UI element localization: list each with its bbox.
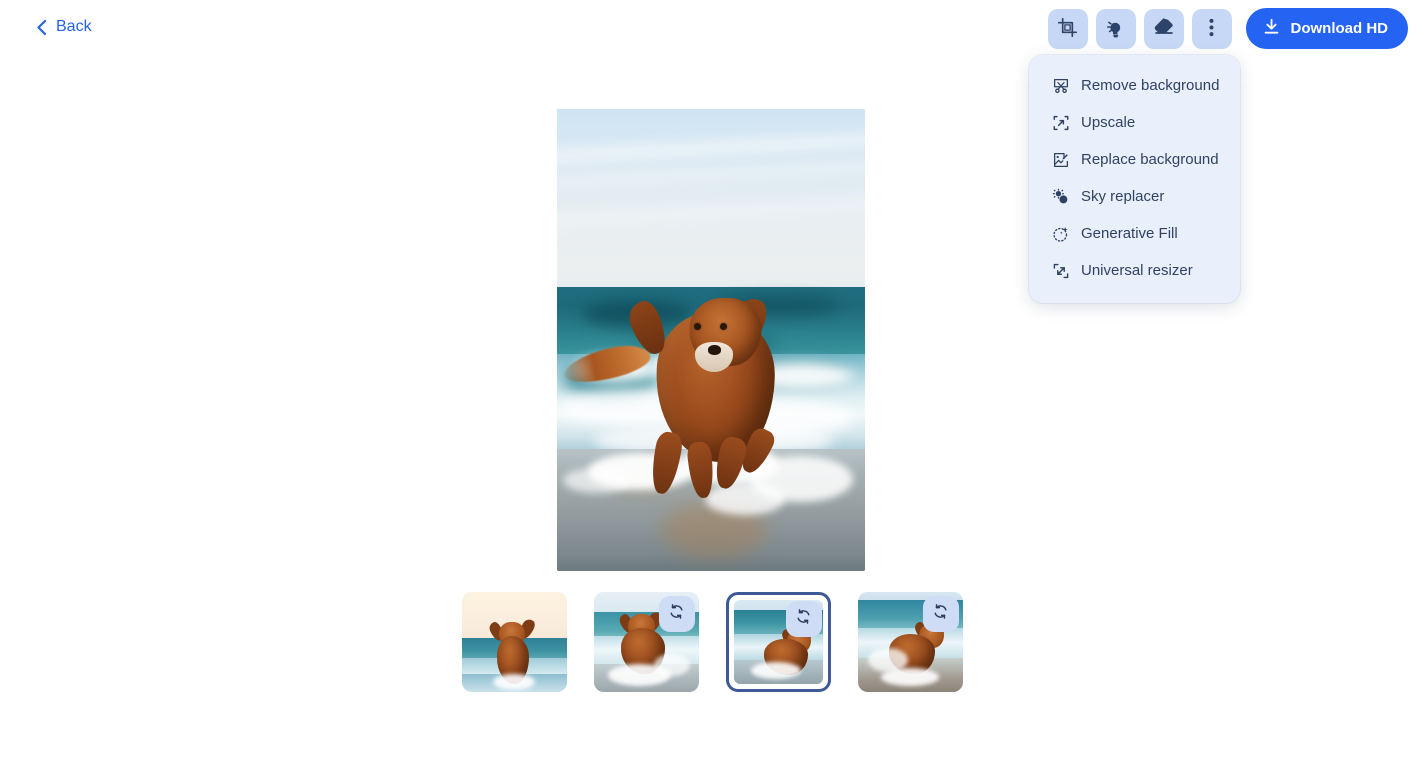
- download-icon: [1262, 17, 1281, 40]
- sun-cloud-icon: [1051, 187, 1070, 206]
- regenerate-icon: [932, 603, 949, 625]
- thumbnail-variant-4[interactable]: [857, 592, 963, 692]
- menu-item-replace-background[interactable]: Replace background: [1029, 141, 1240, 178]
- sparkle-circle-icon: [1051, 224, 1070, 243]
- menu-item-generative-fill[interactable]: Generative Fill: [1029, 215, 1240, 252]
- back-button[interactable]: Back: [30, 14, 98, 40]
- menu-item-sky-replacer[interactable]: Sky replacer: [1029, 178, 1240, 215]
- menu-item-label: Generative Fill: [1081, 225, 1178, 242]
- thumbnail-variant-2[interactable]: [593, 592, 699, 692]
- thumbnail-image: [461, 592, 567, 692]
- thumbnail-variant-3[interactable]: [725, 592, 831, 692]
- enhance-button[interactable]: [1095, 8, 1136, 49]
- menu-item-label: Remove background: [1081, 77, 1220, 94]
- menu-item-label: Replace background: [1081, 151, 1219, 168]
- menu-item-universal-resizer[interactable]: Universal resizer: [1029, 252, 1240, 289]
- crop-icon: [1057, 17, 1078, 41]
- menu-item-upscale[interactable]: Upscale: [1029, 104, 1240, 141]
- main-preview-image[interactable]: [557, 109, 865, 571]
- dog-eye: [720, 322, 727, 330]
- regenerate-badge[interactable]: [785, 601, 822, 637]
- eraser-icon: [1153, 16, 1175, 41]
- editor-toolbar: Download HD: [1047, 8, 1408, 49]
- download-hd-button[interactable]: Download HD: [1245, 8, 1408, 49]
- eraser-button[interactable]: [1143, 8, 1184, 49]
- lightbulb-icon: [1105, 17, 1126, 41]
- regenerate-badge[interactable]: [658, 596, 695, 632]
- chevron-left-icon: [36, 19, 47, 36]
- upscale-icon: [1051, 113, 1070, 132]
- menu-item-label: Sky replacer: [1081, 188, 1165, 205]
- menu-item-label: Universal resizer: [1081, 262, 1193, 279]
- resize-arrows-icon: [1051, 261, 1070, 280]
- regenerate-badge[interactable]: [922, 596, 959, 632]
- image-sky-region: [557, 109, 865, 294]
- menu-item-label: Upscale: [1081, 114, 1136, 131]
- scissors-crop-icon: [1051, 76, 1070, 95]
- regenerate-icon: [668, 603, 685, 625]
- image-edit-icon: [1051, 150, 1070, 169]
- more-options-button[interactable]: [1191, 8, 1232, 49]
- download-hd-label: Download HD: [1290, 20, 1389, 37]
- thumbnail-variant-1[interactable]: [461, 592, 567, 692]
- dog-nose: [708, 344, 721, 355]
- menu-item-remove-background[interactable]: Remove background: [1029, 67, 1240, 104]
- image-editor-page: Back Download HD Remove background Upsca…: [0, 0, 1424, 769]
- more-options-menu: Remove background Upscale Replace backgr…: [1029, 55, 1240, 303]
- more-vertical-icon: [1209, 17, 1214, 41]
- variant-thumbnail-strip: [0, 592, 1424, 692]
- back-label: Back: [56, 18, 92, 35]
- regenerate-icon: [795, 608, 812, 630]
- dog-eye: [694, 322, 701, 330]
- crop-button[interactable]: [1047, 8, 1088, 49]
